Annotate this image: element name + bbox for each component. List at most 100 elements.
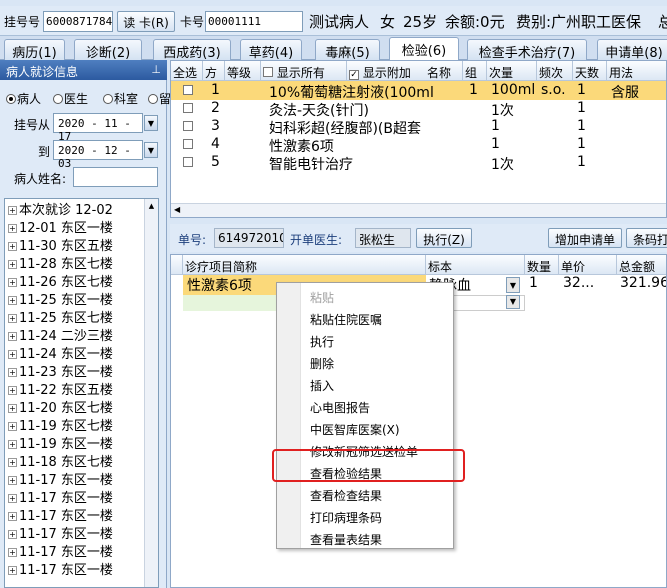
cell-dose[interactable]: 1: [489, 136, 500, 154]
cell-usage[interactable]: [609, 118, 611, 136]
expand-icon[interactable]: +: [8, 476, 17, 485]
cell-usage[interactable]: [609, 154, 611, 172]
row-checkbox[interactable]: [183, 121, 193, 131]
cell-days[interactable]: 1: [575, 154, 586, 172]
tab-herbal[interactable]: 草药(4): [240, 39, 302, 60]
grid-horizontal-scrollbar[interactable]: ◀: [171, 203, 666, 217]
cell-name[interactable]: 10%葡萄糖注射液(100ml: [267, 82, 434, 100]
visit-tree-item[interactable]: +11-25 东区七楼: [5, 307, 145, 325]
expand-icon[interactable]: +: [8, 224, 17, 233]
visit-tree-item[interactable]: +11-26 东区七楼: [5, 271, 145, 289]
tab-diagnosis[interactable]: 诊断(2): [74, 39, 142, 60]
cell-no[interactable]: 4: [209, 136, 220, 154]
expand-icon[interactable]: +: [8, 368, 17, 377]
expand-icon[interactable]: +: [8, 512, 17, 521]
cell-group[interactable]: [467, 118, 469, 136]
cell-dose[interactable]: 1次: [489, 154, 514, 172]
expand-icon[interactable]: +: [8, 278, 17, 287]
cell-dose[interactable]: 100ml: [489, 82, 535, 100]
cell-group[interactable]: [467, 154, 469, 172]
cell-freq[interactable]: [539, 118, 541, 136]
col-show-all[interactable]: 显示所有: [261, 61, 347, 81]
visit-tree-item[interactable]: +11-28 东区七楼: [5, 253, 145, 271]
row-checkbox[interactable]: [183, 85, 193, 95]
menu-item[interactable]: 查看检查结果: [310, 484, 450, 505]
menu-item[interactable]: 心电图报告: [310, 396, 450, 417]
menu-item[interactable]: 打印病理条码: [310, 506, 450, 527]
cell-name[interactable]: 智能电针治疗: [267, 154, 353, 172]
card-no-field[interactable]: 00001111: [205, 11, 303, 32]
visit-tree-item[interactable]: +11-19 东区七楼: [5, 415, 145, 433]
execute-button[interactable]: 执行(Z): [416, 228, 472, 248]
tab-request-form[interactable]: 申请单(8): [597, 39, 667, 60]
row-checkbox[interactable]: [183, 139, 193, 149]
visit-tree-item[interactable]: +11-18 东区七楼: [5, 451, 145, 469]
tab-western-medicine[interactable]: 西成药(3): [153, 39, 231, 60]
cell-usage[interactable]: 含服: [609, 82, 639, 100]
expand-icon[interactable]: +: [8, 548, 17, 557]
barcode-button[interactable]: 条码打: [626, 228, 667, 248]
visit-tree-item[interactable]: +11-22 东区五楼: [5, 379, 145, 397]
cell-no[interactable]: 1: [209, 82, 220, 100]
show-all-checkbox[interactable]: [263, 67, 273, 77]
cell-freq[interactable]: [539, 136, 541, 154]
cell-name[interactable]: 性激素6项: [267, 136, 334, 154]
visit-tree-item[interactable]: +11-17 东区一楼: [5, 469, 145, 487]
date-to-field[interactable]: 2020 - 12 - 03: [53, 140, 143, 170]
cell-days[interactable]: 1: [575, 136, 586, 154]
tree-scrollbar[interactable]: ▲: [144, 199, 158, 587]
add-request-button[interactable]: 增加申请单: [548, 228, 622, 248]
read-card-button[interactable]: 读 卡(R): [117, 11, 175, 32]
cell-usage[interactable]: [609, 136, 611, 154]
visit-tree-item[interactable]: +11-17 东区一楼: [5, 559, 145, 577]
cell-freq[interactable]: [539, 100, 541, 118]
expand-icon[interactable]: +: [8, 422, 17, 431]
tab-exam-surgery[interactable]: 检查手术治疗(7): [467, 39, 587, 60]
scroll-left-icon[interactable]: ◀: [174, 205, 180, 214]
expand-icon[interactable]: +: [8, 494, 17, 503]
visit-tree-item[interactable]: +11-17 东区一楼: [5, 505, 145, 523]
cell-days[interactable]: 1: [575, 82, 586, 100]
expand-icon[interactable]: +: [8, 440, 17, 449]
cell-group[interactable]: 1: [467, 82, 478, 100]
scroll-up-icon[interactable]: ▲: [145, 199, 158, 213]
cell-name[interactable]: 妇科彩超(经腹部)(B超套: [267, 118, 421, 136]
visit-tree-item[interactable]: +11-23 东区一楼: [5, 361, 145, 379]
expand-icon[interactable]: +: [8, 350, 17, 359]
visit-tree-item[interactable]: +11-25 东区一楼: [5, 289, 145, 307]
cell-days[interactable]: 1: [575, 118, 586, 136]
expand-icon[interactable]: +: [8, 296, 17, 305]
expand-icon[interactable]: +: [8, 242, 17, 251]
visit-tree-item[interactable]: + 本次就诊 12-02: [5, 199, 145, 217]
expand-icon[interactable]: +: [8, 458, 17, 467]
cell-group[interactable]: [467, 136, 469, 154]
date-from-field[interactable]: 2020 - 11 - 17: [53, 113, 143, 143]
tab-lab-test[interactable]: 检验(6): [389, 37, 459, 61]
item-name-cell[interactable]: 性激素6项: [187, 275, 252, 295]
expand-icon[interactable]: +: [8, 386, 17, 395]
radio-doctor[interactable]: 医生: [53, 90, 88, 107]
visit-tree-item[interactable]: +11-19 东区一楼: [5, 433, 145, 451]
show-extra-checkbox[interactable]: [349, 70, 359, 80]
expand-icon[interactable]: +: [8, 530, 17, 539]
menu-item[interactable]: 粘贴住院医嘱: [310, 308, 450, 329]
visit-tree-item[interactable]: +11-17 东区一楼: [5, 541, 145, 559]
visit-tree-item[interactable]: +11-20 东区七楼: [5, 397, 145, 415]
visit-tree-item[interactable]: +11-24 二沙三楼: [5, 325, 145, 343]
qty-cell[interactable]: 1: [529, 275, 538, 291]
visit-tree-item[interactable]: +11-24 东区一楼: [5, 343, 145, 361]
expand-icon[interactable]: +: [8, 566, 17, 575]
row-checkbox[interactable]: [183, 157, 193, 167]
menu-item[interactable]: 删除: [310, 352, 450, 373]
cell-no[interactable]: 3: [209, 118, 220, 136]
cell-dose[interactable]: 1次: [489, 100, 514, 118]
row-checkbox[interactable]: [183, 103, 193, 113]
date-from-dropdown[interactable]: ▼: [144, 115, 158, 131]
cell-freq[interactable]: s.o.: [539, 82, 566, 100]
new-row-specimen-dropdown[interactable]: ▼: [506, 295, 520, 309]
col-show-extra[interactable]: 显示附加 名称: [347, 61, 463, 81]
pin-icon[interactable]: ⊥: [151, 63, 161, 76]
cell-name[interactable]: 灸法-天灸(针门): [267, 100, 369, 118]
tab-history[interactable]: 病历(1): [4, 39, 65, 60]
expand-icon[interactable]: +: [8, 332, 17, 341]
